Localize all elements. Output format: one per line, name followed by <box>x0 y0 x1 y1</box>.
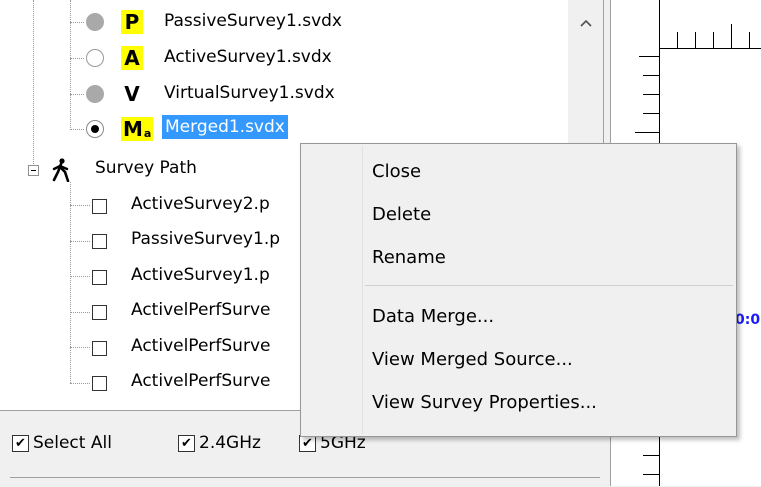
ruler-tick <box>643 113 659 114</box>
ruler-tick <box>749 32 750 48</box>
ruler-tick <box>643 75 659 76</box>
context-menu: Close Delete Rename Data Merge... View M… <box>300 143 737 437</box>
path-label: ActivelPerfSurve <box>131 371 271 391</box>
band-24ghz-checkbox[interactable]: ✔ 2.4GHz <box>178 433 261 453</box>
check-icon[interactable]: ✔ <box>299 434 316 452</box>
menu-item-close[interactable]: Close <box>303 150 734 192</box>
ruler-tick <box>643 474 659 475</box>
menu-item-label: View Merged Source... <box>372 348 573 370</box>
survey-label: VirtualSurvey1.svdx <box>164 83 335 103</box>
walking-person-icon <box>50 158 72 183</box>
minus-box-icon[interactable] <box>28 165 39 176</box>
menu-item-data-merge[interactable]: Data Merge... <box>303 295 734 337</box>
menu-separator <box>365 285 733 286</box>
ruler-tick <box>713 32 714 48</box>
ruler-tick <box>731 24 732 48</box>
ruler-tick <box>659 0 660 48</box>
chevron-up-icon[interactable] <box>568 6 603 40</box>
menu-item-label: Data Merge... <box>372 305 495 327</box>
check-icon[interactable]: ✔ <box>178 434 195 452</box>
path-label: ActivelPerfSurve <box>131 336 271 356</box>
divider <box>10 477 600 478</box>
path-checkbox[interactable] <box>92 234 107 249</box>
check-icon[interactable]: ✔ <box>12 434 29 452</box>
horizontal-ruler <box>611 0 761 49</box>
merged-survey-icon: Ma <box>121 117 154 141</box>
menu-item-delete[interactable]: Delete <box>303 193 734 235</box>
survey-item[interactable]: Ma Merged1.svdx <box>0 113 560 145</box>
merged-badge-sub: a <box>143 126 152 140</box>
passive-survey-icon: P <box>121 10 143 34</box>
survey-radio[interactable] <box>86 85 104 103</box>
ruler-tick <box>677 32 678 48</box>
path-label: ActivelPerfSurve <box>131 300 271 320</box>
path-checkbox[interactable] <box>92 199 107 214</box>
ruler-tick <box>639 56 659 57</box>
path-label: ActiveSurvey1.p <box>131 265 270 285</box>
ruler-tick <box>695 32 696 48</box>
menu-item-view-merged-source[interactable]: View Merged Source... <box>303 338 734 380</box>
survey-radio[interactable] <box>86 120 104 138</box>
survey-item[interactable]: A ActiveSurvey1.svdx <box>0 42 560 74</box>
path-checkbox[interactable] <box>92 341 107 356</box>
merged-badge-letter: M <box>123 117 143 141</box>
survey-item[interactable]: P PassiveSurvey1.svdx <box>0 6 560 38</box>
survey-label: ActiveSurvey1.svdx <box>164 47 332 67</box>
ruler-tick <box>635 132 659 133</box>
survey-label: PassiveSurvey1.svdx <box>164 11 342 31</box>
band-24ghz-label: 2.4GHz <box>199 433 261 453</box>
survey-label: Merged1.svdx <box>162 115 288 139</box>
ruler-tick <box>643 94 659 95</box>
survey-radio[interactable] <box>86 13 104 31</box>
select-all-checkbox[interactable]: ✔ Select All <box>12 433 112 453</box>
survey-radio[interactable] <box>86 49 104 67</box>
menu-item-rename[interactable]: Rename <box>303 236 734 278</box>
virtual-survey-icon: V <box>124 82 140 106</box>
path-checkbox[interactable] <box>92 305 107 320</box>
survey-item[interactable]: V VirtualSurvey1.svdx <box>0 78 560 110</box>
select-all-label: Select All <box>33 433 112 453</box>
menu-item-label: View Survey Properties... <box>372 391 597 413</box>
canvas-coordinate-label: 0:0 <box>735 312 761 328</box>
path-checkbox[interactable] <box>92 376 107 391</box>
ruler-tick <box>643 455 659 456</box>
path-label: PassiveSurvey1.p <box>131 229 281 249</box>
menu-item-label: Rename <box>372 246 446 268</box>
menu-item-view-survey-properties[interactable]: View Survey Properties... <box>303 381 734 423</box>
menu-item-label: Close <box>372 160 422 182</box>
path-checkbox[interactable] <box>92 270 107 285</box>
menu-item-label: Delete <box>372 203 432 225</box>
survey-path-label: Survey Path <box>95 158 197 178</box>
path-label: ActiveSurvey2.p <box>131 194 270 214</box>
active-survey-icon: A <box>121 46 143 70</box>
